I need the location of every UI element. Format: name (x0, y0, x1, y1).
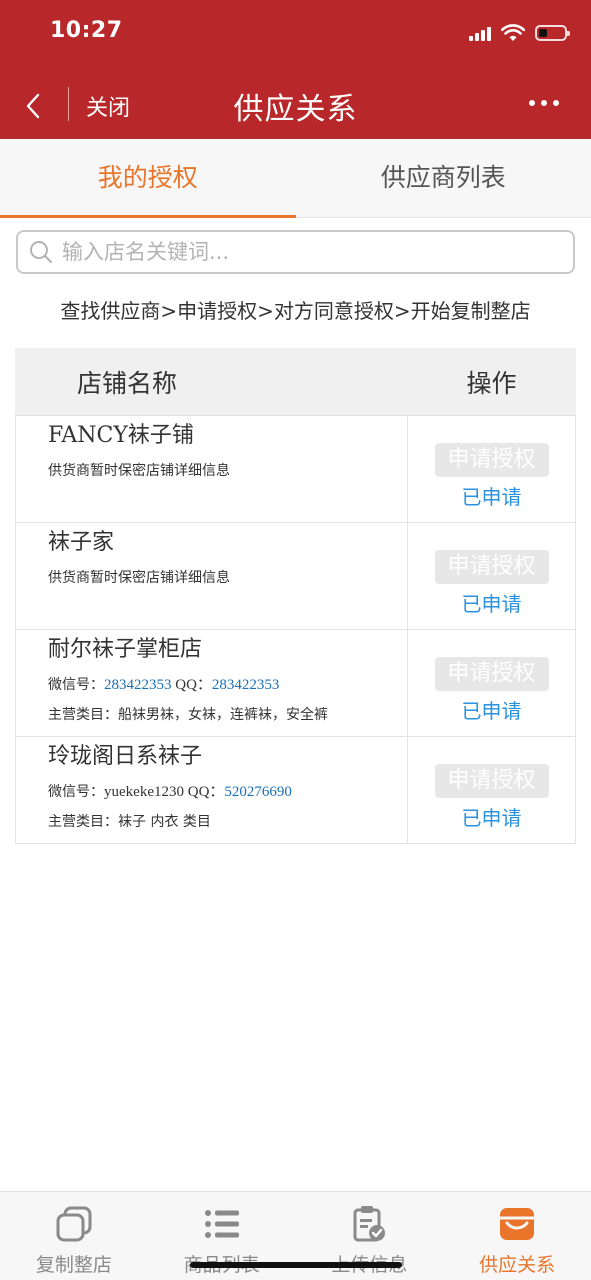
store-contact: 微信号：283422353 QQ：283422353 (48, 674, 407, 696)
store-icon (497, 1204, 537, 1244)
store-info-cell: 袜子家 供货商暂时保密店铺详细信息 (16, 523, 408, 629)
category-value: 船袜男袜，女袜，连裤袜，安全裤 (118, 707, 328, 723)
table-row: FANCY袜子铺 供货商暂时保密店铺详细信息 申请授权 已申请 (15, 416, 576, 523)
qq-label: QQ： (183, 784, 225, 800)
store-name: 耐尔袜子掌柜店 (48, 637, 203, 662)
wechat-id: yuekeke1230 (104, 784, 184, 800)
home-indicator[interactable] (190, 1262, 402, 1268)
clipboard-check-icon (349, 1204, 389, 1244)
table-row: 耐尔袜子掌柜店 微信号：283422353 QQ：283422353 主营类目：… (15, 630, 576, 737)
apply-authorization-button[interactable]: 申请授权 (434, 443, 549, 477)
store-info-cell: 耐尔袜子掌柜店 微信号：283422353 QQ：283422353 主营类目：… (16, 630, 408, 736)
wechat-label: 微信号： (48, 784, 104, 800)
qq-label: QQ： (171, 677, 212, 693)
bottom-nav-supply-relation[interactable]: 供应关系 (443, 1192, 591, 1280)
apply-authorization-button[interactable]: 申请授权 (434, 550, 549, 584)
tab-supplier-list[interactable]: 供应商列表 (296, 139, 591, 217)
store-name: 玲珑阁日系袜子 (48, 744, 203, 769)
table-header: 店铺名称 操作 (15, 348, 576, 416)
wifi-icon (501, 24, 525, 41)
store-category: 主营类目：船袜男袜，女袜，连裤袜，安全裤 (48, 704, 407, 726)
apply-authorization-button[interactable]: 申请授权 (434, 764, 549, 798)
app-header: 10:27 关闭 供应关系 (0, 0, 591, 139)
operation-cell: 申请授权 已申请 (408, 416, 575, 522)
store-name: FANCY袜子铺 (48, 423, 194, 448)
applied-status: 已申请 (461, 699, 522, 723)
applied-status: 已申请 (461, 806, 522, 830)
category-label: 主营类目： (48, 707, 118, 723)
operation-cell: 申请授权 已申请 (408, 523, 575, 629)
more-dots-icon (529, 100, 535, 106)
applied-status: 已申请 (461, 485, 522, 509)
store-name: 袜子家 (48, 530, 115, 555)
category-label: 主营类目： (48, 814, 118, 830)
store-detail: 供货商暂时保密店铺详细信息 (48, 463, 230, 479)
page-title: 供应关系 (233, 92, 358, 127)
store-category: 主营类目：袜子 内衣 类目 (48, 811, 407, 833)
wechat-id[interactable]: 283422353 (104, 677, 172, 693)
tab-bar: 我的授权 供应商列表 (0, 139, 591, 218)
search-icon (30, 241, 53, 264)
status-time: 10:27 (50, 18, 123, 43)
apply-authorization-button[interactable]: 申请授权 (434, 657, 549, 691)
operation-cell: 申请授权 已申请 (408, 630, 575, 736)
table-row: 玲珑阁日系袜子 微信号：yuekeke1230 QQ：520276690 主营类… (15, 737, 576, 844)
more-menu-button[interactable] (529, 100, 559, 106)
bottom-nav-copy-store[interactable]: 复制整店 (0, 1192, 148, 1280)
applied-status: 已申请 (461, 592, 522, 616)
qq-number[interactable]: 520276690 (224, 784, 292, 800)
list-icon (202, 1204, 242, 1244)
status-icons (469, 24, 570, 42)
operation-cell: 申请授权 已申请 (408, 737, 575, 843)
signal-icon (469, 25, 491, 41)
copy-icon (54, 1204, 94, 1244)
store-detail: 供货商暂时保密店铺详细信息 (48, 570, 230, 586)
search-bar (16, 230, 575, 274)
store-info-cell: FANCY袜子铺 供货商暂时保密店铺详细信息 (16, 416, 408, 522)
column-header-store-name: 店铺名称 (77, 368, 178, 398)
bottom-nav-label: 复制整店 (35, 1254, 112, 1276)
search-input[interactable] (62, 240, 542, 264)
battery-icon (535, 25, 570, 41)
wechat-label: 微信号： (48, 677, 104, 693)
column-header-operation: 操作 (466, 368, 517, 398)
store-info-cell: 玲珑阁日系袜子 微信号：yuekeke1230 QQ：520276690 主营类… (16, 737, 408, 843)
authorization-steps: 查找供应商>申请授权>对方同意授权>开始复制整店 (60, 299, 531, 323)
qq-number[interactable]: 283422353 (212, 677, 280, 693)
store-contact: 微信号：yuekeke1230 QQ：520276690 (48, 781, 407, 803)
bottom-nav-label: 供应关系 (479, 1254, 556, 1276)
category-value: 袜子 内衣 类目 (118, 814, 211, 830)
supplier-table: 店铺名称 操作 FANCY袜子铺 供货商暂时保密店铺详细信息 申请授权 已申请 … (15, 348, 576, 844)
tab-my-authorization[interactable]: 我的授权 (0, 139, 296, 218)
table-row: 袜子家 供货商暂时保密店铺详细信息 申请授权 已申请 (15, 523, 576, 630)
